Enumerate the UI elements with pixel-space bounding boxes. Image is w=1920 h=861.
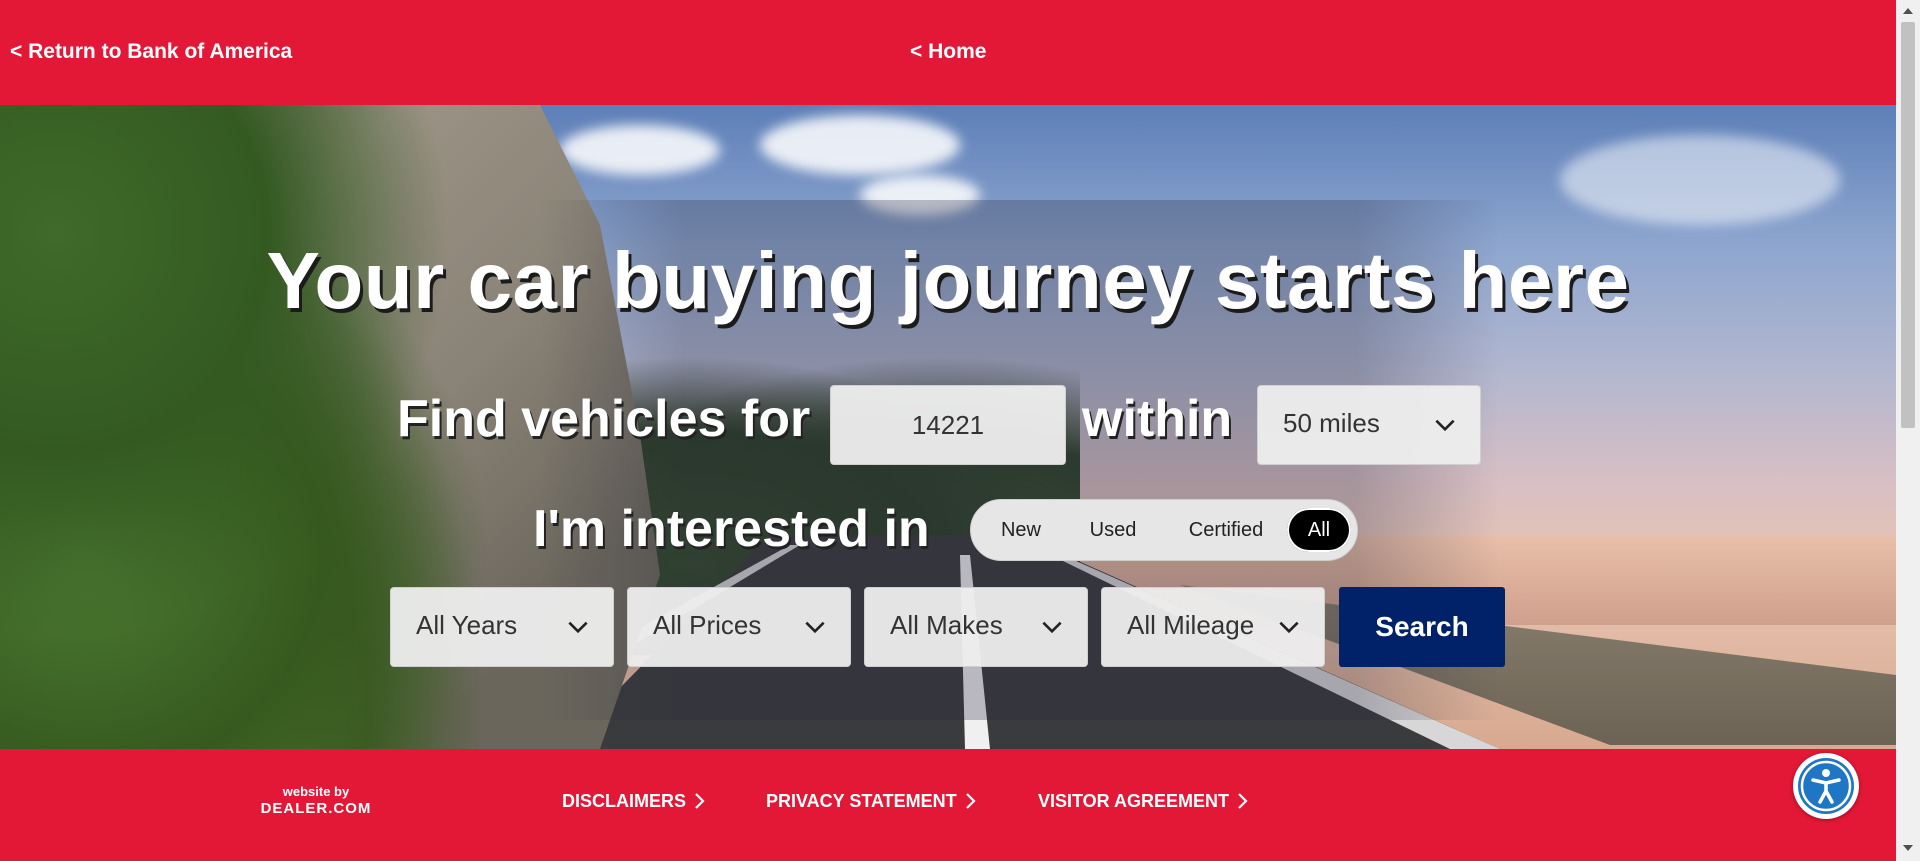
interested-in-label: I'm interested in [533, 500, 930, 558]
condition-certified-option[interactable]: Certified [1176, 508, 1276, 552]
top-bar: < Return to Bank of America < Home [0, 0, 1896, 105]
accessibility-button[interactable] [1793, 753, 1859, 819]
chevron-right-icon [695, 793, 705, 809]
return-to-bank-link[interactable]: < Return to Bank of America [10, 40, 292, 64]
years-select-value: All Years [416, 610, 518, 640]
chevron-down-icon [1279, 621, 1299, 634]
footer: website by DEALER.COM DISCLAIMERS PRIVAC… [0, 749, 1896, 861]
home-link[interactable]: < Home [910, 40, 986, 64]
chevron-down-icon [805, 621, 825, 634]
scroll-down-arrow-icon[interactable] [1902, 843, 1914, 853]
makes-select-value: All Makes [890, 610, 1003, 640]
visitor-agreement-link[interactable]: VISITOR AGREEMENT [1038, 791, 1249, 812]
mileage-select-value: All Mileage [1127, 610, 1255, 640]
chevron-down-icon [1042, 621, 1062, 634]
years-select[interactable]: All Years [390, 587, 614, 667]
disclaimers-label: DISCLAIMERS [562, 791, 687, 811]
dealer-com-logo[interactable]: website by DEALER.COM [246, 784, 386, 817]
condition-all-option[interactable]: All [1287, 508, 1351, 552]
scroll-up-arrow-icon[interactable] [1902, 6, 1914, 16]
page-headline: Your car buying journey starts here [266, 236, 1630, 325]
accessibility-icon [1800, 760, 1852, 812]
distance-select[interactable]: 50 miles [1257, 385, 1481, 465]
logo-by-text: website by [282, 784, 350, 799]
prices-select-value: All Prices [653, 610, 762, 640]
find-vehicles-label: Find vehicles for [397, 390, 811, 448]
disclaimers-link[interactable]: DISCLAIMERS [562, 791, 706, 812]
privacy-statement-label: PRIVACY STATEMENT [766, 791, 957, 811]
within-label: within [1082, 390, 1233, 448]
zip-code-input[interactable] [830, 385, 1066, 465]
makes-select[interactable]: All Makes [864, 587, 1088, 667]
scrollbar-thumb[interactable] [1901, 22, 1915, 428]
visitor-agreement-label: VISITOR AGREEMENT [1038, 791, 1230, 811]
chevron-down-icon [1435, 419, 1455, 432]
search-button[interactable]: Search [1339, 587, 1505, 667]
chevron-right-icon [1238, 793, 1248, 809]
chevron-down-icon [568, 621, 588, 634]
page-scrollbar[interactable] [1896, 0, 1920, 861]
mileage-select[interactable]: All Mileage [1101, 587, 1325, 667]
prices-select[interactable]: All Prices [627, 587, 851, 667]
distance-select-value: 50 miles [1283, 408, 1380, 438]
condition-new-option[interactable]: New [993, 508, 1049, 552]
logo-brand-text: DEALER.COM [260, 800, 372, 817]
condition-used-option[interactable]: Used [1083, 508, 1143, 552]
hero-section: Your car buying journey starts here Find… [0, 105, 1896, 749]
privacy-statement-link[interactable]: PRIVACY STATEMENT [766, 791, 977, 812]
chevron-right-icon [965, 793, 976, 809]
condition-toggle-group: New Used Certified All [970, 499, 1358, 561]
